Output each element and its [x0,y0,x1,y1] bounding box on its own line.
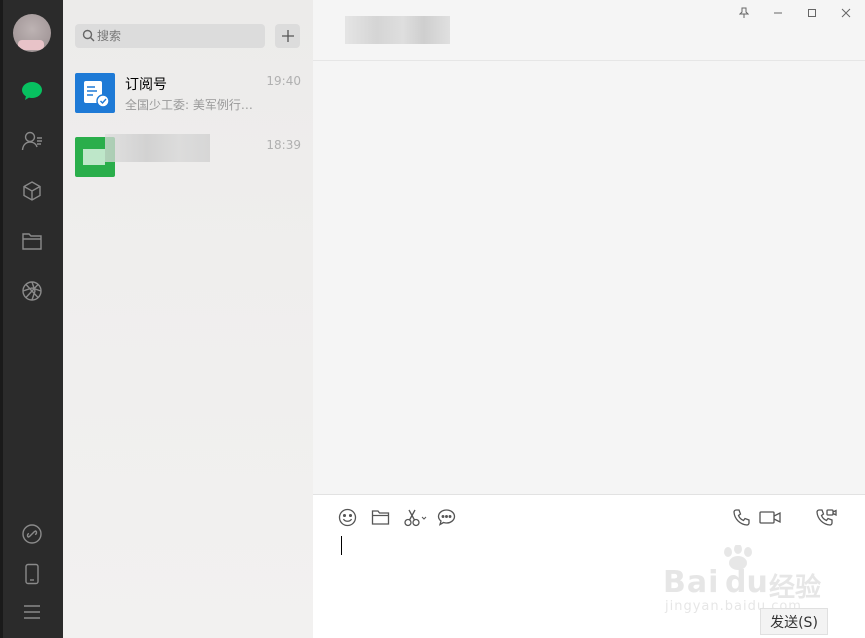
live-call-icon[interactable] [815,507,837,527]
conversation-time: 18:39 [266,138,301,152]
sidebar-edge [0,0,3,638]
chat-list-panel: 订阅号 19:40 全国少工委: 美军例行轰... 18:39 [63,0,313,638]
message-bubble-icon[interactable] [436,507,456,527]
add-button[interactable] [275,24,300,48]
folder-icon[interactable] [370,507,390,527]
conversation-time: 19:40 [266,74,301,88]
message-area[interactable] [313,61,865,494]
moments-icon[interactable] [19,278,45,304]
maximize-icon[interactable] [805,6,819,20]
miniprogram-icon[interactable] [19,521,45,547]
list-item[interactable]: 订阅号 19:40 全国少工委: 美军例行轰... [63,64,313,128]
chat-area: Bai du 经验 jingyan.baidu.com 发送(S) [313,0,865,638]
chat-header [313,0,865,61]
menu-icon[interactable] [19,599,45,625]
blurred-name [105,134,210,162]
wechat-window: 订阅号 19:40 全国少工委: 美军例行轰... 18:39 [0,0,865,638]
watermark: Bai du 经验 jingyan.baidu.com [663,543,823,614]
pin-icon[interactable] [737,6,751,20]
favorites-icon[interactable] [19,178,45,204]
search-input[interactable] [97,24,257,48]
video-call-icon[interactable] [759,507,781,527]
blurred-chat-title [345,16,450,44]
watermark-brand-2: du [725,565,768,600]
list-item[interactable]: 18:39 [63,128,313,192]
conversation-preview: 全国少工委: 美军例行轰... [125,98,263,112]
contacts-icon[interactable] [19,128,45,154]
send-button[interactable]: 发送(S) [760,608,828,635]
icon-sidebar [0,0,63,638]
plus-icon [281,30,294,42]
close-icon[interactable] [839,6,853,20]
screenshot-icon[interactable] [403,507,427,527]
files-icon[interactable] [19,228,45,254]
watermark-brand: Bai [663,565,720,600]
minimize-icon[interactable] [771,6,785,20]
avatar[interactable] [13,14,51,52]
composer[interactable]: Bai du 经验 jingyan.baidu.com 发送(S) [313,494,865,638]
chat-icon[interactable] [19,78,45,104]
subscription-icon [75,73,115,113]
emoji-icon[interactable] [337,507,357,527]
phone-icon[interactable] [19,561,45,587]
voice-call-icon[interactable] [731,507,751,527]
search-icon [82,29,95,42]
search-box[interactable] [75,24,265,48]
conversation-name: 订阅号 [125,77,167,93]
